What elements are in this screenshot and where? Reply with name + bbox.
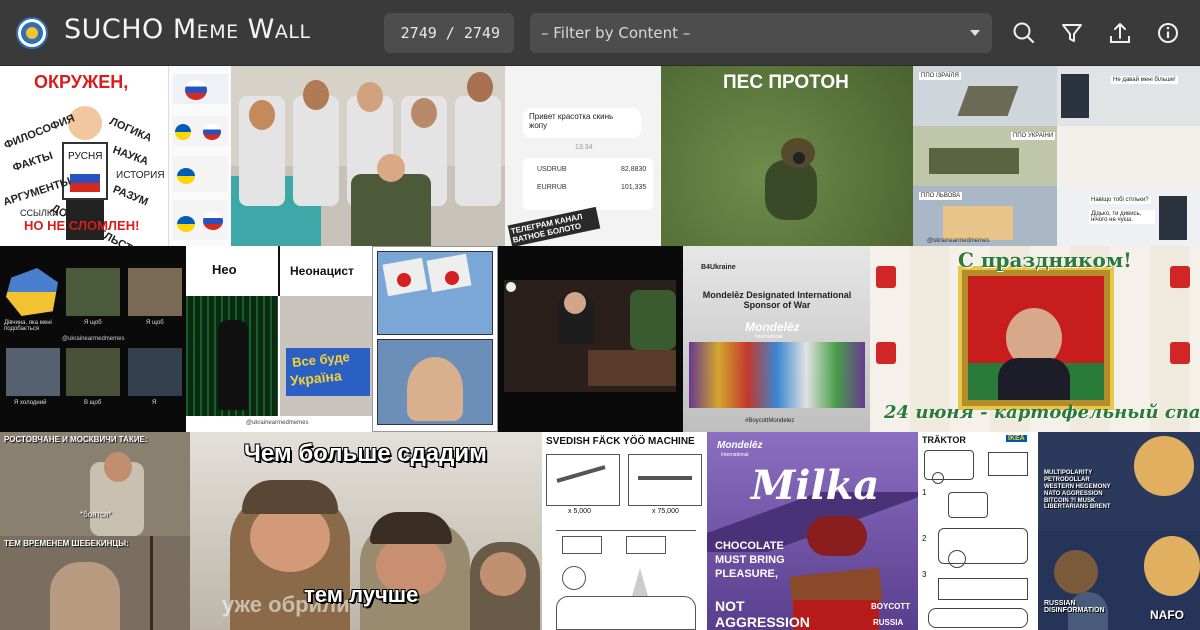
panel-quote: Не давай мені більше! — [1111, 76, 1178, 84]
app-header: SUCHO Meme Wall 2749 / 2749 – Filter by … — [0, 0, 1200, 66]
meme-tile-shebekino[interactable]: РОСТОВЧАНЕ И МОСКВИЧИ ТАКИЕ: *боятся* ТЕ… — [0, 432, 190, 630]
panel-label: ППО ЛЬВОВА — [919, 192, 963, 200]
quantity-label: x 5,000 — [568, 508, 591, 515]
meme-title: ПЕС ПРОТОН — [723, 72, 849, 93]
meme-tile-nafo-doge[interactable]: MULTIPOLARITY PETRODOLLAR WESTERN HEGEMO… — [1038, 432, 1200, 630]
watermark: @ukrainearmedmemes — [246, 420, 309, 426]
meme-caption-bottom: 24 июня - картофельный спас — [884, 402, 1200, 423]
meme-tile-chat-screenshot[interactable]: Привет красотка скинь жопу 13:34 USDRUB … — [505, 66, 661, 246]
slogan-line: PLEASURE, — [715, 568, 778, 580]
panel-heading: Неонацист — [290, 264, 354, 278]
meme-tile-polandball-comic[interactable] — [168, 66, 231, 246]
panel-caption: Дівчина, яка мені подобається — [4, 320, 52, 332]
meme-shirt-text: РУСНЯ — [68, 151, 103, 162]
milka-logo: Milka — [751, 462, 880, 509]
meme-word: ЛОГИКА — [107, 115, 154, 145]
hashtag: #BoycottMondelez — [745, 418, 795, 424]
ikea-logo: IKEA — [1006, 435, 1027, 442]
meme-tile-shoigu-photo[interactable] — [231, 66, 505, 246]
meme-tile-ikea-traktor[interactable]: TRÄKTOR IKEA 1 2 3 — [918, 432, 1038, 630]
step-number: 3 — [922, 570, 927, 579]
brand-sub: International — [755, 334, 783, 340]
content-filter-select[interactable]: – Filter by Content – — [530, 13, 992, 53]
meme-word: ИСТОРИЯ — [116, 170, 165, 181]
rate-usd-value: 82,8830 — [621, 166, 647, 173]
panel-label: ППО ІЗРАЇЛЯ — [919, 72, 961, 80]
sucho-logo[interactable] — [16, 17, 48, 49]
meme-tile-pes-proton[interactable]: ПЕС ПРОТОН — [661, 66, 913, 246]
meme-word: РАЗУМ — [111, 183, 150, 209]
source-label: B4Ukraine — [701, 264, 736, 271]
slogan-line: MUST BRING — [715, 554, 785, 566]
panel-caption: Я щоб — [146, 320, 164, 326]
boycott-badge: RUSSIA — [873, 618, 904, 627]
chat-bubble-text: Привет красотка скинь жопу — [529, 112, 614, 130]
meme-tile-ikea-machine[interactable]: SVEDISH FÄCK YÖÖ MACHINE x 5,000 x 75,00… — [542, 432, 707, 630]
watermark: @ukrainearmedmemes — [927, 238, 990, 244]
brand-sub: International — [721, 452, 749, 458]
meme-tile-two-buttons[interactable] — [372, 246, 498, 432]
quantity-label: x 75,000 — [652, 508, 679, 515]
panel-caption: Я щоб — [84, 320, 102, 326]
meme-caption-top: MULTIPOLARITY PETRODOLLAR WESTERN HEGEMO… — [1044, 470, 1111, 511]
meme-caption-bottom: тем лучше — [304, 582, 419, 607]
rate-usd: USDRUB — [537, 166, 567, 173]
meme-counter[interactable]: 2749 / 2749 — [384, 13, 514, 53]
meme-caption-mid: *боятся* — [80, 510, 112, 519]
meme-tile-chem-bolshe-sdadim[interactable]: Чем больше сдадим уже обрили тем лучше — [190, 432, 542, 630]
meme-caption-top: С праздником! — [958, 248, 1132, 272]
chevron-down-icon — [970, 30, 980, 36]
brand-name: Mondelēz — [745, 320, 800, 334]
meme-word: ФАКТЫ — [11, 149, 55, 175]
funnel-icon[interactable] — [1058, 19, 1086, 47]
meme-title: TRÄKTOR — [922, 435, 966, 445]
meme-caption-top: РОСТОВЧАНЕ И МОСКВИЧИ ТАКИЕ: — [4, 435, 148, 444]
panel-caption: В щоб — [84, 400, 102, 406]
meme-title: Mondelēz Designated International Sponso… — [702, 290, 852, 310]
panel-quote: Дідько, ти дивись, нічого не чуєш. — [1089, 210, 1155, 224]
panel-caption: Я — [152, 400, 157, 406]
meme-caption-bottom: RUSSIAN DISINFORMATION — [1044, 600, 1105, 614]
meme-tile-funeral[interactable] — [498, 246, 683, 432]
meme-tile-neo-neonazi[interactable]: Нео Неонацист Все буде Україна @ukrainea… — [186, 246, 372, 432]
nafo-label: NAFO — [1150, 608, 1184, 622]
search-icon[interactable] — [1010, 19, 1038, 47]
meme-title: SVEDISH FÄCK YÖÖ MACHINE — [546, 436, 695, 447]
slogan-line: CHOCOLATE — [715, 540, 784, 552]
step-number: 2 — [922, 534, 927, 543]
step-number: 1 — [922, 488, 927, 497]
rate-eur-value: 101,335 — [621, 184, 647, 191]
meme-caption-top: Чем больше сдадим — [244, 440, 487, 467]
meme-caption-top: ОКРУЖЕН, — [34, 72, 129, 92]
meme-word: НАУКА — [111, 144, 150, 168]
meme-tile-milka-boycott[interactable]: Mondelēz International Milka CHOCOLATE M… — [707, 432, 918, 630]
meme-caption-bottom: НО НЕ СЛОМЛЕН! — [24, 218, 140, 233]
boycott-badge: BOYCOTT — [871, 602, 911, 611]
meme-tile-zelensky-grid[interactable]: Дівчина, яка мені подобається Я щоб Я що… — [0, 246, 186, 432]
upload-icon[interactable] — [1106, 19, 1134, 47]
panel-caption: Я холодний — [14, 400, 47, 406]
meme-tile-kartofelny-spas[interactable]: С праздником! 24 июня - картофельный спа… — [870, 246, 1200, 432]
filter-label: – Filter by Content – — [541, 24, 691, 42]
brand-name: Mondelēz — [717, 440, 763, 451]
watermark: @ukrainearmedmemes — [62, 336, 125, 342]
panel-quote: Навіщо тобі стільки? — [1089, 196, 1151, 204]
channel-stamp: ТЕЛЕГРАМ КАНАЛ ВАТНОЕ БОЛОТО — [507, 206, 601, 246]
app-title: SUCHO Meme Wall — [64, 14, 311, 45]
meme-tile-okruzhen[interactable]: ОКРУЖЕН, РУСНЯ ФИЛОСОФИЯ ЛОГИКА ФАКТЫ НА… — [0, 66, 168, 246]
chat-time: 13:34 — [575, 144, 593, 151]
rate-eur: EURRUB — [537, 184, 567, 191]
slogan-line: NOT — [715, 598, 745, 614]
meme-tile-air-defence[interactable]: ППО ІЗРАЇЛЯ ППО УКРАЇНИ ППО ЛЬВОВА Не да… — [913, 66, 1200, 246]
panel-heading: Нео — [212, 262, 237, 277]
info-icon[interactable] — [1154, 19, 1182, 47]
meme-tile-mondelez-sponsor[interactable]: B4Ukraine Mondelēz Designated Internatio… — [683, 246, 870, 432]
slogan-line: AGGRESSION — [715, 614, 810, 630]
panel-label: ППО УКРАЇНИ — [1011, 132, 1056, 140]
meme-caption-bottom: ТЕМ ВРЕМЕНЕМ ШЕБЕКИНЦЫ: — [4, 539, 129, 548]
